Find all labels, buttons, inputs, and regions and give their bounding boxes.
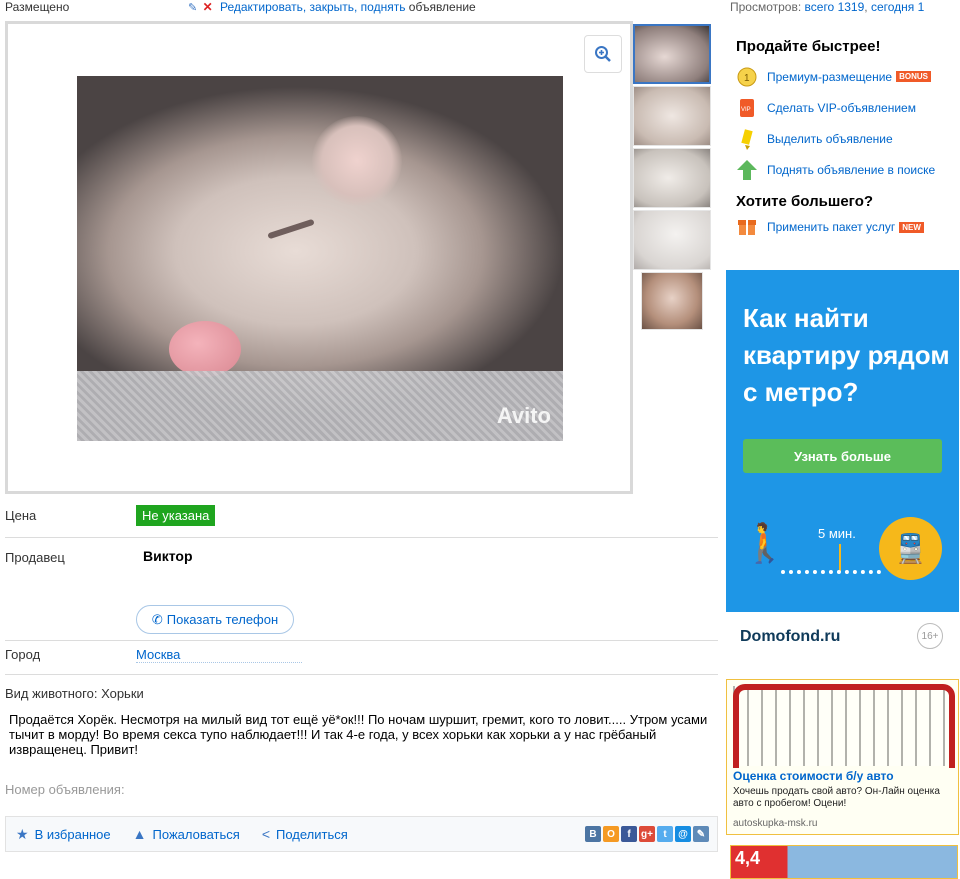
auto-ad-text: Хочешь продать свой авто? Он-Лайн оценка… [733,786,940,809]
thumbnail-2[interactable] [633,86,711,146]
favorite-button[interactable]: ★ В избранное [16,826,111,843]
age-rating: 16+ [917,623,943,649]
auto-ad-domain: autoskupka-msk.ru [733,818,818,829]
avito-watermark: Avito [496,403,551,428]
social-share-buttons: В Of g+ t @ ✎ [585,826,709,842]
want-more-title: Хотите большего? [736,193,874,210]
blanket [77,371,563,441]
distance-pin [839,544,841,572]
domofond-brand: Domofond.ru [740,628,841,645]
top-bar: Размещено ✎ ✕ Редактировать, закрыть, по… [0,0,960,16]
highlight-label: Выделить объявление [767,131,893,146]
ferret-ear [312,116,402,206]
package-label: Применить пакет услуг [767,220,896,234]
highlight-link[interactable]: Выделить объявление [736,123,960,154]
banner-footer: Domofond.ru 16+ [726,612,959,658]
bottom-ad-value: 4,4 [735,848,761,868]
svg-text:VIP: VIP [741,107,751,113]
views-total-link[interactable]: всего 1319 [805,0,865,14]
minutes-label: 5 мин. [818,526,856,541]
vip-label: Сделать VIP-объявлением [767,100,916,115]
coin-icon: 1 [736,66,758,88]
metro-train-icon: 🚆 [879,517,942,580]
photo-gallery: Avito [5,21,633,494]
arrow-up-icon [736,159,758,181]
marker-icon [736,128,758,150]
edit-suffix: объявление [408,0,476,14]
facebook-share-icon[interactable]: f [621,826,637,842]
bonus-badge: BONUS [896,71,931,82]
new-badge: NEW [899,221,924,233]
auto-valuation-ad[interactable]: Оценка стоимости б/у авто Хочешь продать… [726,679,959,835]
thumbnail-5[interactable] [641,272,703,330]
vk-share-icon[interactable]: В [585,826,601,842]
city-link[interactable]: Москва [136,647,302,663]
ad-description: Продаётся Хорёк. Несмотря на милый вид т… [9,712,708,757]
thumbnail-1[interactable] [633,24,711,84]
livejournal-share-icon[interactable]: ✎ [693,826,709,842]
actions-bar: ★ В избранное ▲ Пожаловаться < Поделитьс… [5,816,718,852]
share-button[interactable]: < Поделиться [262,826,348,842]
thumbnail-4[interactable] [633,210,711,270]
dotted-path [781,570,881,574]
divider [5,640,718,641]
raise-in-search-link[interactable]: Поднять объявление в поиске [736,154,960,185]
red-frame [733,684,955,768]
pencil-icon: ✎ [188,2,198,14]
premium-label: Премиум-размещение [767,69,893,84]
sell-faster-title: Продайте быстрее! [736,38,881,55]
vip-icon: VIP [736,97,758,119]
close-icon[interactable]: ✕ [203,0,213,14]
views-counter: Просмотров: всего 1319, сегодня 1 [730,0,925,14]
divider [5,674,718,675]
mail-share-icon[interactable]: @ [675,826,691,842]
city-label: Город [5,647,41,662]
package-link[interactable]: Применить пакет услуг NEW [736,216,960,238]
warning-icon: ▲ [132,826,147,842]
show-phone-button[interactable]: ✆ Показать телефон [136,605,294,634]
google-plus-share-icon[interactable]: g+ [639,826,655,842]
ferret-eye [267,218,315,240]
star-icon: ★ [16,825,29,842]
views-label: Просмотров: [730,0,802,14]
seller-label: Продавец [5,550,65,565]
show-phone-label: Показать телефон [166,612,279,627]
favorite-label: В избранное [34,826,111,842]
complain-label: Пожаловаться [152,826,240,842]
premium-placement-link[interactable]: 1 Премиум-размещение BONUS [736,61,960,92]
share-icon: < [261,826,270,842]
svg-text:1: 1 [744,73,750,84]
views-today-link[interactable]: сегодня 1 [871,0,924,14]
vip-link[interactable]: VIP Сделать VIP-объявлением [736,92,960,123]
domofond-ad-banner[interactable]: Как найти квартиру рядом с метро? Узнать… [726,270,959,658]
complain-button[interactable]: ▲ Пожаловаться [133,826,240,842]
thumbnail-3[interactable] [633,148,711,208]
sell-faster-panel: Продайте быстрее! 1 Премиум-размещение B… [736,38,960,238]
twitter-share-icon[interactable]: t [657,826,673,842]
divider [5,537,718,538]
ferret-nose [169,321,241,377]
share-label: Поделиться [276,826,348,842]
placed-label: Размещено [5,0,70,14]
zoom-in-icon [595,46,611,62]
odnoklassniki-share-icon[interactable]: O [603,826,619,842]
bottom-ad-banner[interactable]: 4,4 [730,845,958,879]
price-label: Цена [5,508,37,523]
price-badge: Не указана [136,505,216,526]
auto-ad-title[interactable]: Оценка стоимости б/у авто [733,769,894,783]
ad-number-label: Номер объявления: [5,782,125,797]
edit-close-raise-link[interactable]: Редактировать, закрыть, поднять [220,0,405,14]
banner-headline: Как найти квартиру рядом с метро? [743,303,950,407]
animal-type: Вид животного: Хорьки [5,686,144,701]
phone-icon: ✆ [151,611,163,627]
edit-links: ✎ ✕ Редактировать, закрыть, поднять объя… [188,0,476,14]
walking-person-icon: 🚶 [741,523,789,565]
learn-more-button[interactable]: Узнать больше [743,439,942,473]
zoom-button[interactable] [584,35,622,73]
package-icon [736,216,758,238]
thumbnail-strip [633,24,713,332]
main-photo[interactable]: Avito [77,76,563,441]
raise-label: Поднять объявление в поиске [767,162,936,177]
seller-name: Виктор [143,548,193,564]
